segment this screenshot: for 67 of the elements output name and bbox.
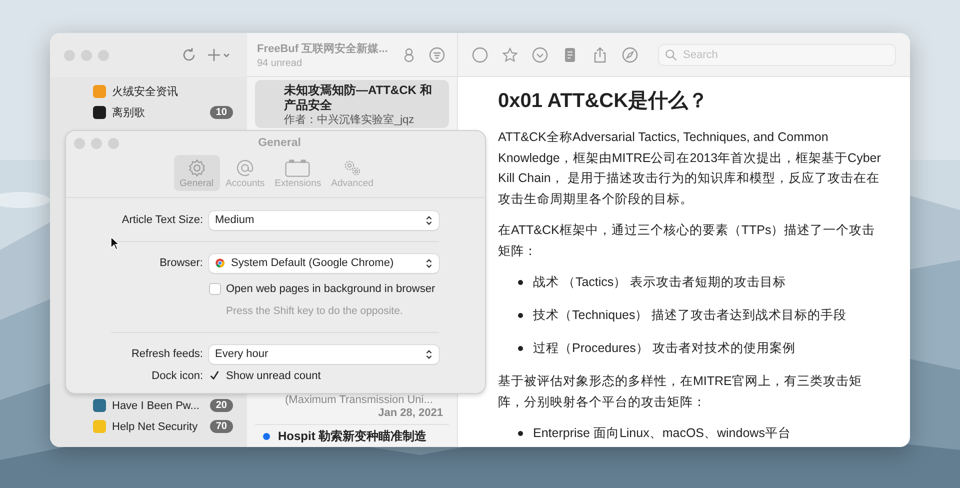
feed-name: Help Net Security: [112, 420, 199, 432]
mouse-pointer-icon: [110, 236, 120, 250]
popup-button[interactable]: Every hour: [209, 344, 439, 364]
bullet-icon: [518, 431, 523, 436]
minimize-button[interactable]: [91, 138, 102, 148]
feed-name: 火绒安全资讯: [112, 84, 179, 99]
setting-label: Article Text Size:: [120, 214, 203, 226]
feed-item[interactable]: 火绒安全资讯: [93, 81, 247, 102]
filter-icon[interactable]: [429, 46, 445, 62]
paragraph: 基于被评估对象形态的多样性，在MITRE官网上，有三类攻击矩阵，分别映射各个平台的攻击矩阵：: [498, 373, 863, 410]
setting-label: Dock icon:: [150, 370, 203, 382]
settings-icon: [186, 158, 207, 178]
feed-name: Have I Been Pw...: [112, 400, 200, 412]
circle-icon[interactable]: [472, 46, 488, 62]
updown-chevron-icon: [425, 258, 433, 268]
paragraph: ATT&CK全称Adversarial Tactics, Techniques, and Common Knowledge，框架由MITRE公司在2013年首次提出，框架基于Cyber Kill Chain， 是用于描述攻击行为的知识库和模型，反应了攻击在在攻击生命周期里各个阶段的目标。: [498, 129, 882, 208]
window-title: General: [257, 137, 302, 149]
checkbox[interactable]: [209, 283, 221, 295]
browser-icon: [215, 258, 225, 268]
checkbox-label: Show unread count: [226, 370, 321, 382]
star-icon[interactable]: [502, 46, 518, 62]
paragraph: 在ATT&CK框架中，通过三个核心的要素（TTPs）描述了一个攻击矩阵：: [498, 222, 876, 260]
list-item: Enterprise 面向Linux、macOS、windows平台: [533, 425, 791, 442]
updown-chevron-icon: [425, 214, 433, 226]
chevron-circle-icon[interactable]: [532, 46, 548, 62]
window-title: FreeBuf 互联网安全新媒...: [257, 42, 389, 56]
list-item: 技术（Techniques） 描述了攻击者达到战术目标的手段: [533, 307, 847, 324]
updown-chevron-icon: [425, 348, 433, 360]
setting-label: Browser:: [158, 257, 203, 269]
list-item: 过程（Procedures） 攻击者对技术的使用案例: [533, 340, 796, 357]
unread-count-badge: 10: [210, 106, 233, 119]
unread-count: 94 unread: [257, 58, 304, 68]
article-date: Jan 28, 2021: [377, 407, 443, 419]
document-icon[interactable]: [562, 46, 578, 62]
zoom-button[interactable]: [108, 138, 119, 148]
article-author: 作者：中兴沉锋实验室_jqz: [284, 113, 416, 127]
bullet-icon: [518, 346, 523, 351]
add-icon[interactable]: [207, 47, 231, 63]
feed-name: 离别歌: [112, 106, 146, 120]
hint-text: Press the Shift key to do the opposite.: [225, 305, 403, 317]
feed-item[interactable]: Help Net Security 70: [93, 416, 247, 437]
popup-button[interactable]: System Default (Google Chrome): [209, 254, 439, 272]
unread-count-badge: 70: [210, 420, 233, 433]
refresh-icon[interactable]: [181, 47, 197, 63]
article-title: 未知攻焉知防—ATT&CK 和产品安全: [284, 83, 433, 113]
gears-icon: [342, 158, 362, 178]
extensions-icon: [284, 158, 312, 178]
article-summary: (Maximum Transmission Uni...: [285, 394, 434, 406]
setting-label: Refresh feeds:: [130, 348, 203, 360]
compass-icon[interactable]: [622, 46, 638, 62]
popup-button[interactable]: Medium: [209, 210, 439, 230]
list-item: 战术 （Tactics） 表示攻击者短期的攻击目标: [533, 274, 786, 291]
search-icon: [665, 48, 677, 60]
bullet-icon: [518, 313, 523, 318]
share-icon[interactable]: [592, 46, 608, 62]
unread-count-badge: 20: [210, 399, 233, 412]
search-field[interactable]: Search: [658, 44, 896, 66]
close-button[interactable]: [74, 138, 85, 148]
feed-item[interactable]: Have I Been Pw... 20: [93, 395, 247, 416]
article-card[interactable]: 未知攻焉知防—ATT&CK 和产品安全 作者：中兴沉锋实验室_jqz: [255, 80, 449, 128]
article-title: Hospit 勒索新变种瞄准制造: [278, 428, 427, 444]
checkbox-label: Open web pages in background in browser: [226, 283, 436, 295]
checkmark-icon[interactable]: [209, 370, 221, 382]
feed-item[interactable]: 离别歌 10: [93, 102, 247, 123]
at-sign-icon: [235, 158, 256, 178]
bullet-icon: [518, 280, 523, 285]
article-heading: 0x01 ATT&CK是什么？: [498, 89, 710, 114]
